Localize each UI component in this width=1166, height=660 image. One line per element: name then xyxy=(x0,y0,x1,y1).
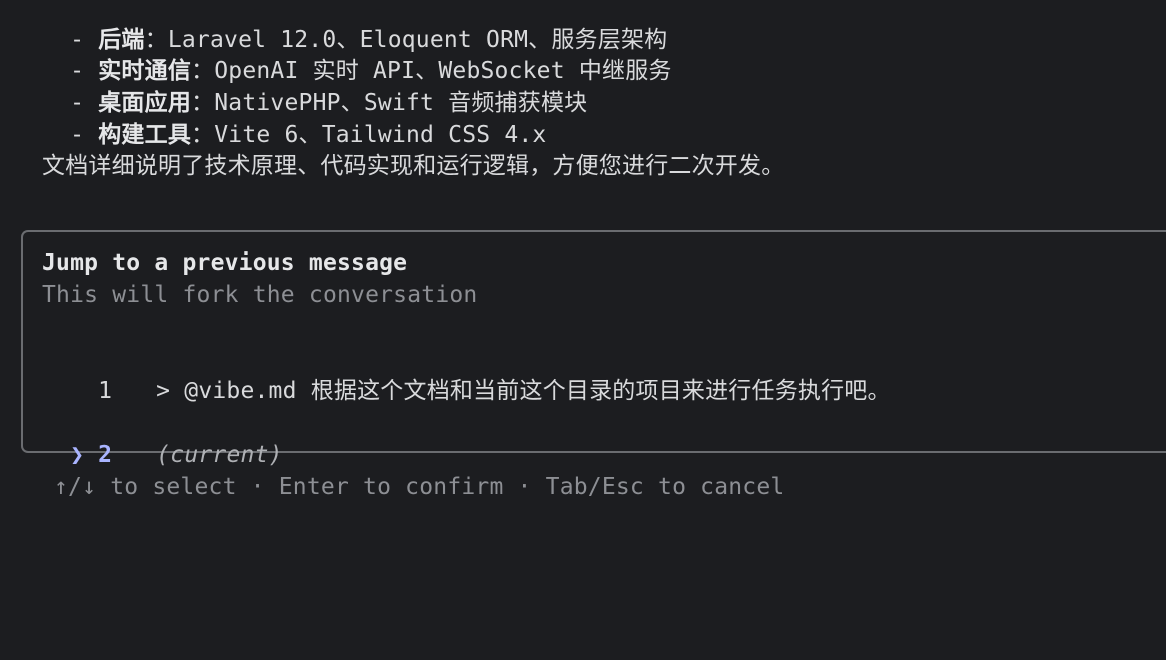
message-number: 2 xyxy=(98,442,113,468)
message-number: 1 xyxy=(98,378,113,404)
bullet: - xyxy=(70,122,99,148)
stack-line-build: - 构建工具：Vite 6、Tailwind CSS 4.x xyxy=(42,87,546,148)
separator: ： xyxy=(191,122,215,148)
stack-line-realtime: - 实时通信：OpenAI 实时 API、WebSocket 中继服务 xyxy=(42,23,672,84)
message-item-2[interactable]: ❯ 2 (current) xyxy=(42,407,283,468)
message-text: > @vibe.md 根据这个文档和当前这个目录的项目来进行任务执行吧。 xyxy=(156,378,891,404)
keyboard-hint: ↑/↓ to select · Enter to confirm · Tab/E… xyxy=(54,474,785,500)
message-item-1[interactable]: 1 > @vibe.md 根据这个文档和当前这个目录的项目来进行任务执行吧。 xyxy=(42,343,891,404)
stack-value: Vite 6、Tailwind CSS 4.x xyxy=(214,122,547,148)
selection-chevron-icon: ❯ xyxy=(70,442,85,468)
summary-text: 文档详细说明了技术原理、代码实现和运行逻辑，方便您进行二次开发。 xyxy=(42,153,785,179)
stack-line-desktop: - 桌面应用：NativePHP、Swift 音频捕获模块 xyxy=(42,55,587,116)
stack-label: 构建工具 xyxy=(98,122,192,148)
dialog-title: Jump to a previous message xyxy=(42,250,408,276)
message-text: (current) xyxy=(156,442,283,468)
stack-line-backend: - 后端：Laravel 12.0、Eloquent ORM、服务层架构 xyxy=(42,0,667,53)
dialog-subtitle: This will fork the conversation xyxy=(42,282,478,308)
